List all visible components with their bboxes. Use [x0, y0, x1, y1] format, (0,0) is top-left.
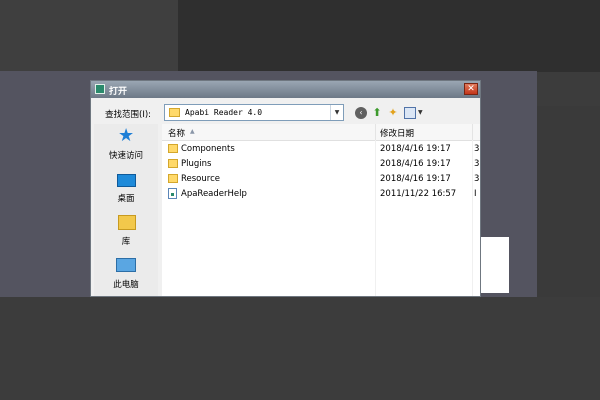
- file-row[interactable]: Resource 2018/4/16 19:17 3: [162, 172, 480, 187]
- up-one-level-button[interactable]: ⬆: [372, 107, 382, 119]
- view-menu-arrow-icon[interactable]: ▼: [418, 109, 423, 116]
- background-bottom: [0, 297, 600, 400]
- folder-icon: [168, 144, 178, 153]
- file-extra: 3: [474, 159, 480, 169]
- back-button[interactable]: ‹: [355, 107, 367, 119]
- star-icon: ★: [118, 125, 135, 146]
- file-icon: [168, 188, 177, 199]
- file-date: 2018/4/16 19:17: [380, 174, 451, 184]
- column-divider[interactable]: [375, 124, 376, 140]
- file-extra: 3: [474, 174, 480, 184]
- computer-icon: [116, 258, 136, 272]
- file-row[interactable]: Components 2018/4/16 19:17 3: [162, 142, 480, 157]
- column-header-date[interactable]: 修改日期: [380, 127, 414, 139]
- place-label: 桌面: [117, 194, 135, 204]
- file-extra: I: [474, 189, 477, 199]
- dialog-title: 打开: [109, 87, 128, 97]
- white-overlay-box: [481, 237, 509, 293]
- background-right: [537, 106, 600, 297]
- library-icon: [118, 215, 136, 230]
- look-in-combobox[interactable]: Apabi Reader 4.0 ▼: [164, 104, 344, 121]
- place-desktop[interactable]: 桌面: [94, 170, 158, 205]
- look-in-value: Apabi Reader 4.0: [185, 108, 263, 117]
- file-list-header: 名称 ▲ 修改日期: [162, 124, 480, 141]
- places-bar: ★ 快速访问 桌面 库 此电脑: [94, 124, 158, 296]
- file-row[interactable]: ApaReaderHelp 2011/11/22 16:57 I: [162, 187, 480, 202]
- file-name: Components: [181, 144, 235, 154]
- file-name: ApaReaderHelp: [181, 189, 247, 199]
- sort-ascending-icon: ▲: [190, 128, 195, 135]
- place-library[interactable]: 库: [94, 213, 158, 248]
- file-date: 2018/4/16 19:17: [380, 159, 451, 169]
- app-icon: [95, 84, 105, 94]
- dialog-titlebar[interactable]: 打开 ✕: [91, 81, 480, 98]
- folder-icon: [168, 159, 178, 168]
- file-date: 2018/4/16 19:17: [380, 144, 451, 154]
- file-name: Resource: [181, 174, 220, 184]
- place-label: 快速访问: [108, 151, 143, 161]
- folder-icon: [169, 108, 180, 117]
- file-row[interactable]: Plugins 2018/4/16 19:17 3: [162, 157, 480, 172]
- background-dark-block: [178, 0, 600, 72]
- file-list[interactable]: 名称 ▲ 修改日期 Components 2018/4/16 19:17 3 P…: [162, 124, 480, 296]
- look-in-label: 查找范围(I):: [105, 110, 152, 120]
- place-label: 此电脑: [113, 280, 139, 290]
- file-date: 2011/11/22 16:57: [380, 189, 457, 199]
- place-quick-access[interactable]: ★ 快速访问: [94, 127, 158, 162]
- view-menu-button[interactable]: [404, 107, 416, 119]
- file-name: Plugins: [181, 159, 212, 169]
- place-label: 库: [121, 237, 131, 247]
- column-header-name[interactable]: 名称: [168, 127, 185, 139]
- folder-icon: [168, 174, 178, 183]
- column-divider[interactable]: [472, 124, 473, 140]
- desktop-icon: [117, 174, 136, 187]
- open-file-dialog: 打开 ✕ 查找范围(I): Apabi Reader 4.0 ▼ ‹ ⬆ ✦ ▼…: [90, 80, 481, 297]
- new-folder-button[interactable]: ✦: [387, 107, 399, 119]
- chevron-down-icon[interactable]: ▼: [330, 105, 343, 120]
- place-this-pc[interactable]: 此电脑: [94, 256, 158, 291]
- close-button[interactable]: ✕: [464, 83, 478, 95]
- file-extra: 3: [474, 144, 480, 154]
